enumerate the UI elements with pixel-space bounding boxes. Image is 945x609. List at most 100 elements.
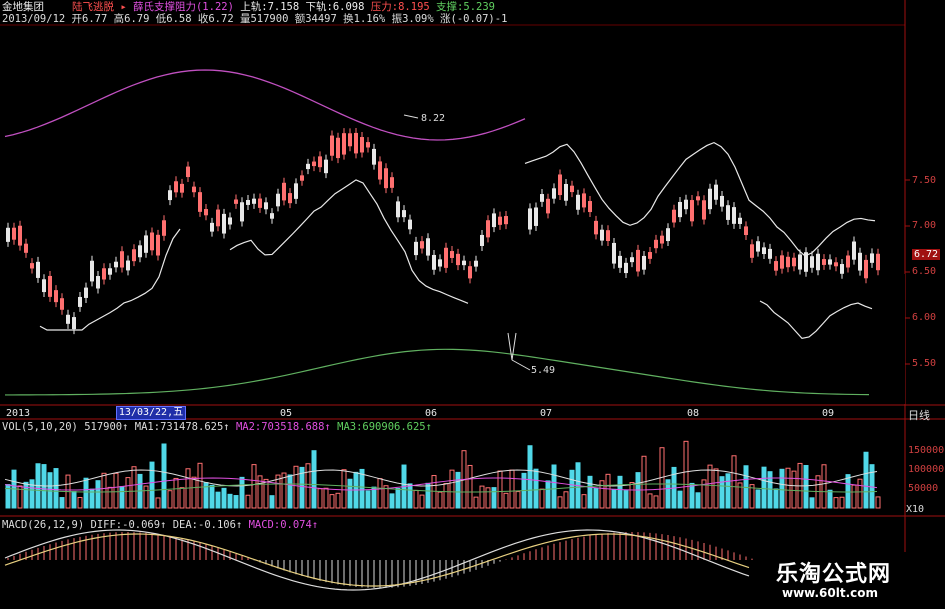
volume-bar: [101, 472, 107, 509]
candle-body: [828, 259, 832, 265]
candle-body: [330, 135, 334, 156]
volume-bar: [425, 482, 431, 509]
volume-bar: [305, 463, 311, 509]
volume-bar: [557, 496, 563, 509]
candle-body: [348, 133, 352, 147]
volume-bar: [605, 473, 611, 509]
candle-body: [312, 161, 316, 167]
volume-bar: [515, 491, 521, 509]
volume-bar: [107, 486, 113, 509]
candle-body: [372, 148, 376, 165]
macd-header: MACD(26,12,9) DIFF:-0.069↑ DEA:-0.106↑ M…: [2, 519, 319, 531]
volume-bar: [509, 469, 515, 509]
candle-body: [786, 256, 790, 268]
volume-bar: [485, 487, 491, 509]
candle-body: [288, 193, 292, 204]
candle-body: [264, 202, 268, 210]
candle-body: [78, 296, 82, 307]
watermark-url: www.60lt.com: [782, 586, 879, 600]
volume-bar: [497, 470, 503, 509]
candle-body: [654, 239, 658, 249]
candle-body: [132, 249, 136, 262]
candle-body: [120, 251, 124, 268]
candle-body: [108, 268, 112, 275]
candle-body: [468, 266, 472, 279]
volume-bar: [851, 484, 857, 509]
candle-body: [432, 254, 436, 270]
vol-unit: X10: [906, 504, 925, 515]
volume-bar: [191, 476, 197, 509]
kline-chart-canvas[interactable]: [0, 0, 945, 609]
volume-bar: [377, 478, 383, 509]
macd-dea: DEA:-0.106: [172, 519, 236, 531]
candle-body: [606, 230, 610, 242]
candle-body: [576, 194, 580, 210]
candle-body: [324, 159, 328, 174]
volume-bar: [827, 489, 833, 509]
volume-bar: [329, 494, 335, 509]
period-label[interactable]: 日线: [908, 407, 930, 423]
volume-bar: [755, 489, 761, 509]
volume-bar: [725, 473, 731, 509]
volume-bar: [761, 466, 767, 509]
candle-body: [822, 259, 826, 265]
volume-bar: [863, 451, 869, 509]
volume-bar: [71, 491, 77, 509]
macd-title[interactable]: MACD(26,12,9): [2, 519, 84, 531]
candle-body: [552, 188, 556, 199]
indicator-header: 陆飞逃脱 ▸ 薛氏支撑阻力(1.22) 上轨:7.158 下轨:6.098 压力…: [72, 1, 495, 13]
candle-body: [66, 314, 70, 324]
volume-title[interactable]: VOL(5,10,20): [2, 421, 78, 433]
volume-bar: [617, 475, 623, 509]
volume-bar: [473, 496, 479, 509]
volume-bar: [437, 491, 443, 509]
candle-body: [624, 262, 628, 274]
cursor-date-box: 13/03/22,五: [116, 406, 186, 420]
price-tick-550: 5.50: [912, 358, 937, 369]
volume-bar: [251, 464, 257, 509]
volume-bar: [161, 443, 167, 509]
volume-bar: [293, 465, 299, 509]
volume-bar: [689, 482, 695, 509]
candle-body: [162, 220, 166, 236]
volume-bar: [449, 469, 455, 509]
volume-bar: [581, 494, 587, 509]
pressure-value: 8.195: [398, 1, 430, 13]
candle-body: [300, 175, 304, 181]
lower-value: 6.098: [332, 1, 365, 13]
candle-body: [366, 142, 370, 148]
volume-bar: [683, 440, 689, 509]
volume-bar: [773, 488, 779, 509]
volume-bar: [629, 482, 635, 509]
volume-bar: [371, 486, 377, 509]
candle-body: [294, 183, 298, 199]
candle-body: [738, 217, 742, 224]
stock-name[interactable]: 金地集团: [2, 1, 44, 13]
macd-diff-line: [4, 529, 750, 591]
candle-body: [834, 262, 838, 267]
volume-bar: [707, 464, 713, 509]
candle-body: [336, 137, 340, 159]
candle-body: [762, 247, 766, 255]
high-annotation: 8.22: [421, 113, 446, 124]
macd-diff: DIFF:-0.069: [90, 519, 161, 531]
volume-bar: [479, 485, 485, 509]
volume-bar: [845, 474, 851, 509]
candle-body: [588, 201, 592, 213]
candle-body: [792, 257, 796, 267]
volume-bar: [869, 464, 875, 509]
volume-bar: [587, 475, 593, 509]
candle-body: [672, 209, 676, 223]
indicator-name[interactable]: 陆飞逃脱: [72, 1, 114, 13]
candle-body: [258, 198, 262, 208]
volume-bar: [113, 472, 119, 509]
volume-bar: [563, 491, 569, 509]
volume-ma3: MA3:690906.625: [337, 421, 426, 433]
candle-body: [714, 184, 718, 200]
volume-value: 517900: [84, 421, 123, 433]
candle-body: [582, 193, 586, 208]
upper-value: 7.158: [267, 1, 300, 13]
candle-body: [360, 137, 364, 153]
x-tick-year: 2013: [6, 408, 31, 419]
volume-bar: [131, 466, 137, 509]
